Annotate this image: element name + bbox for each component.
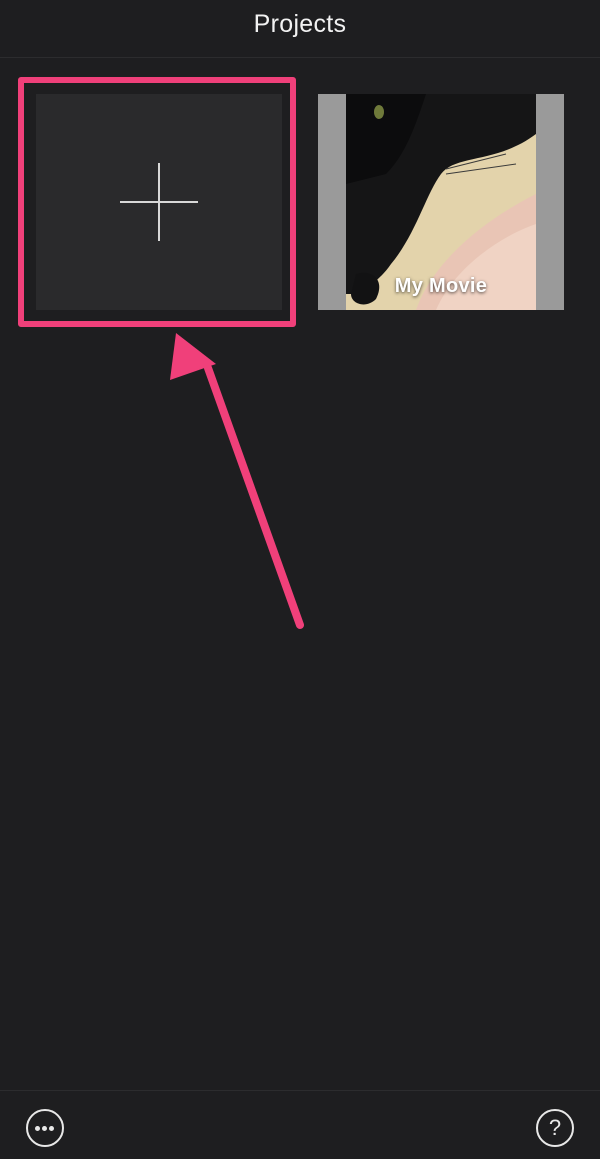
header: Projects [0, 0, 600, 58]
ellipsis-icon [35, 1126, 40, 1131]
ellipsis-dot [49, 1126, 54, 1131]
page-title: Projects [253, 10, 347, 38]
bottom-toolbar: ? [0, 1090, 600, 1159]
project-tile-my-movie[interactable]: My Movie [318, 94, 564, 310]
highlight-annotation-frame [18, 77, 296, 327]
ellipsis-dot [42, 1126, 47, 1131]
project-title: My Movie [394, 275, 488, 297]
help-button[interactable]: ? [536, 1109, 574, 1147]
more-options-button[interactable] [26, 1109, 64, 1147]
